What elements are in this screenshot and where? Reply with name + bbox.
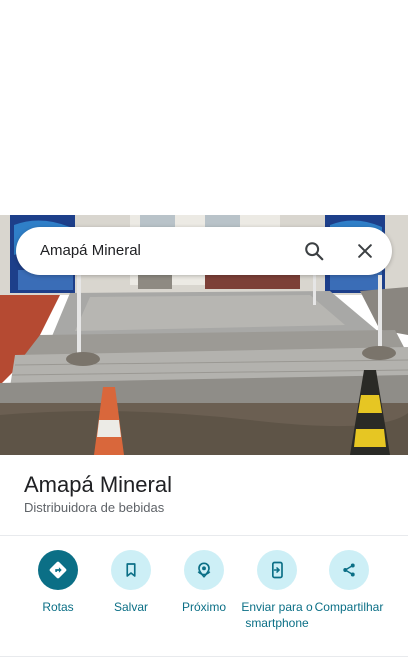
divider-top — [0, 535, 408, 536]
save-button[interactable]: Salvar — [93, 550, 169, 615]
place-category[interactable]: Distribuidora de bebidas — [24, 500, 164, 515]
share-label: Compartilhar — [314, 600, 384, 614]
send-to-phone-icon — [272, 561, 283, 579]
directions-icon-circle — [38, 550, 78, 590]
directions-label: Rotas — [42, 600, 74, 614]
directions-icon — [49, 561, 67, 579]
nearby-icon — [197, 562, 211, 578]
directions-button[interactable]: Rotas — [20, 550, 96, 615]
divider-bottom — [0, 656, 408, 657]
nearby-icon-circle — [184, 550, 224, 590]
share-button[interactable]: Compartilhar — [311, 550, 387, 615]
share-icon — [343, 563, 355, 577]
blank-map-area — [0, 0, 408, 215]
save-icon-circle — [111, 550, 151, 590]
nearby-label: Próximo — [181, 600, 226, 614]
clear-search-button[interactable] — [351, 237, 379, 265]
send-to-phone-label: Enviar para o smartphone — [241, 600, 313, 630]
bookmark-icon — [126, 563, 136, 577]
send-to-phone-button[interactable]: Enviar para o smartphone — [239, 550, 315, 631]
nearby-button[interactable]: Próximo — [166, 550, 242, 615]
search-button[interactable] — [300, 237, 328, 265]
search-query-text[interactable]: Amapá Mineral — [40, 227, 141, 275]
close-icon — [358, 244, 372, 258]
search-icon — [305, 242, 324, 261]
share-icon-circle — [329, 550, 369, 590]
search-bar[interactable]: Amapá Mineral — [16, 227, 392, 275]
place-name: Amapá Mineral — [24, 472, 172, 497]
save-label: Salvar — [113, 600, 148, 614]
send-to-phone-icon-circle — [257, 550, 297, 590]
